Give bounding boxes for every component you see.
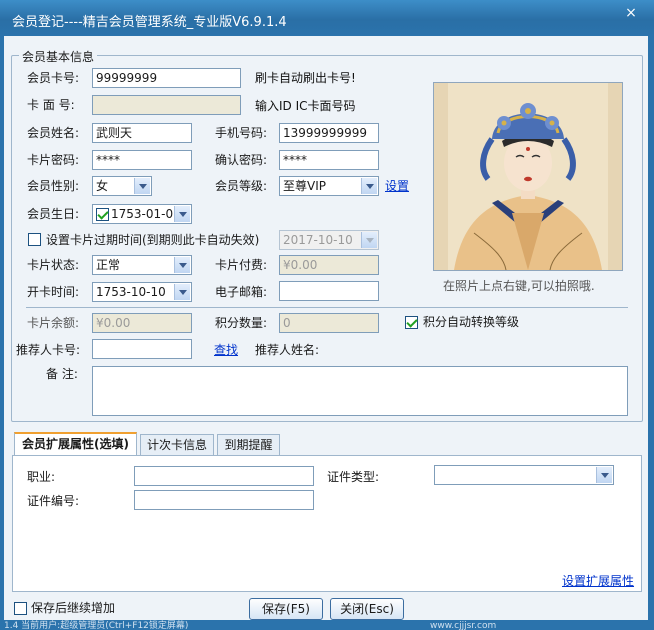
confirm-password-input[interactable]: **** xyxy=(279,150,379,170)
level-settings-link[interactable]: 设置 xyxy=(385,178,409,194)
chevron-down-icon[interactable] xyxy=(174,284,190,300)
password-label: 卡片密码: xyxy=(27,153,80,167)
gender-select[interactable]: 女 xyxy=(92,176,152,196)
divider xyxy=(26,307,628,308)
expire-date-picker[interactable]: 2017-10-10 xyxy=(279,230,379,250)
status-select[interactable]: 正常 xyxy=(92,255,192,275)
birthday-label: 会员生日: xyxy=(27,207,80,221)
points-label: 积分数量: xyxy=(215,316,268,330)
job-input[interactable] xyxy=(134,466,314,486)
gender-label: 会员性别: xyxy=(27,179,80,193)
birthday-checkbox[interactable] xyxy=(96,208,109,221)
expire-date-value: 2017-10-10 xyxy=(283,233,353,247)
save-button[interactable]: 保存(F5) xyxy=(249,598,323,620)
tab-count-card-info[interactable]: 计次卡信息 xyxy=(140,434,214,456)
close-button[interactable]: 关闭(Esc) xyxy=(330,598,404,620)
status-bar: 1.4 当前用户:超级管理员(Ctrl+F12锁定屏幕) www.cjjjsr.… xyxy=(0,620,654,630)
balance-input[interactable]: ¥0.00 xyxy=(92,313,192,333)
member-photo[interactable] xyxy=(433,82,623,271)
level-select[interactable]: 至尊VIP xyxy=(279,176,379,196)
chevron-down-icon[interactable] xyxy=(174,206,190,222)
memo-textarea[interactable] xyxy=(92,366,628,416)
password-input[interactable]: **** xyxy=(92,150,192,170)
open-date-picker[interactable]: 1753-10-10 xyxy=(92,282,192,302)
fee-input[interactable]: ¥0.00 xyxy=(279,255,379,275)
auto-level-label: 积分自动转换等级 xyxy=(423,315,520,329)
points-input[interactable]: 0 xyxy=(279,313,379,333)
level-label: 会员等级: xyxy=(215,179,268,193)
fee-label: 卡片付费: xyxy=(215,258,268,272)
chevron-down-icon[interactable] xyxy=(134,178,150,194)
window-title: 会员登记----精吉会员管理系统_专业版V6.9.1.4 xyxy=(12,15,287,30)
job-label: 职业: xyxy=(27,470,56,484)
id-no-input[interactable] xyxy=(134,490,314,510)
status-left-text: 1.4 当前用户:超级管理员(Ctrl+F12锁定屏幕) xyxy=(4,621,189,630)
id-type-select[interactable] xyxy=(434,465,614,485)
continue-add-checkbox[interactable] xyxy=(14,602,27,615)
photo-hint: 在照片上点右键,可以拍照哦. xyxy=(443,279,595,293)
confirm-password-label: 确认密码: xyxy=(215,153,268,167)
card-no-input[interactable]: 99999999 xyxy=(92,68,241,88)
card-face-hint: 输入ID IC卡面号码 xyxy=(255,99,356,113)
tab-expiry-reminder[interactable]: 到期提醒 xyxy=(217,434,280,456)
chevron-down-icon[interactable] xyxy=(596,467,612,483)
id-no-label: 证件编号: xyxy=(27,494,80,508)
birthday-picker[interactable]: 1753-01-01 xyxy=(92,204,192,224)
chevron-down-icon[interactable] xyxy=(361,178,377,194)
referrer-card-input[interactable] xyxy=(92,339,192,359)
portrait-image xyxy=(434,83,622,270)
status-label: 卡片状态: xyxy=(27,258,80,272)
balance-label: 卡片余额: xyxy=(27,316,80,330)
card-no-hint: 刷卡自动刷出卡号! xyxy=(255,71,356,85)
basic-info-group-title: 会员基本信息 xyxy=(19,48,98,65)
expire-label: 设置卡片过期时间(到期则此卡自动失效) xyxy=(46,233,260,247)
phone-input[interactable]: 13999999999 xyxy=(279,123,379,143)
open-date-label: 开卡时间: xyxy=(27,285,80,299)
tab-extended-attributes[interactable]: 会员扩展属性(选填) xyxy=(14,432,137,456)
gender-value: 女 xyxy=(96,179,109,193)
email-label: 电子邮箱: xyxy=(215,285,268,299)
status-right-text: www.cjjjsr.com xyxy=(430,621,497,630)
chevron-down-icon[interactable] xyxy=(174,257,190,273)
card-face-label: 卡 面 号: xyxy=(27,98,75,112)
close-icon[interactable]: × xyxy=(620,4,642,22)
memo-label: 备 注: xyxy=(46,367,78,381)
email-input[interactable] xyxy=(279,281,379,301)
auto-level-checkbox[interactable] xyxy=(405,316,418,329)
birthday-value: 1753-01-01 xyxy=(111,207,181,221)
card-face-input[interactable] xyxy=(92,95,241,115)
id-type-label: 证件类型: xyxy=(327,470,380,484)
open-date-value: 1753-10-10 xyxy=(96,285,166,299)
phone-label: 手机号码: xyxy=(215,126,268,140)
continue-add-label: 保存后继续增加 xyxy=(31,601,116,615)
card-no-label: 会员卡号: xyxy=(27,71,80,85)
referrer-name-label: 推荐人姓名: xyxy=(255,343,320,357)
expire-checkbox[interactable] xyxy=(28,233,41,246)
window-frame-right xyxy=(648,36,654,630)
referrer-search-link[interactable]: 查找 xyxy=(214,342,238,358)
name-input[interactable]: 武则天 xyxy=(92,123,192,143)
chevron-down-icon[interactable] xyxy=(361,232,377,248)
level-value: 至尊VIP xyxy=(283,179,326,193)
referrer-card-label: 推荐人卡号: xyxy=(16,343,81,357)
status-value: 正常 xyxy=(96,258,121,272)
name-label: 会员姓名: xyxy=(27,126,80,140)
extended-settings-link[interactable]: 设置扩展属性 xyxy=(562,573,634,589)
